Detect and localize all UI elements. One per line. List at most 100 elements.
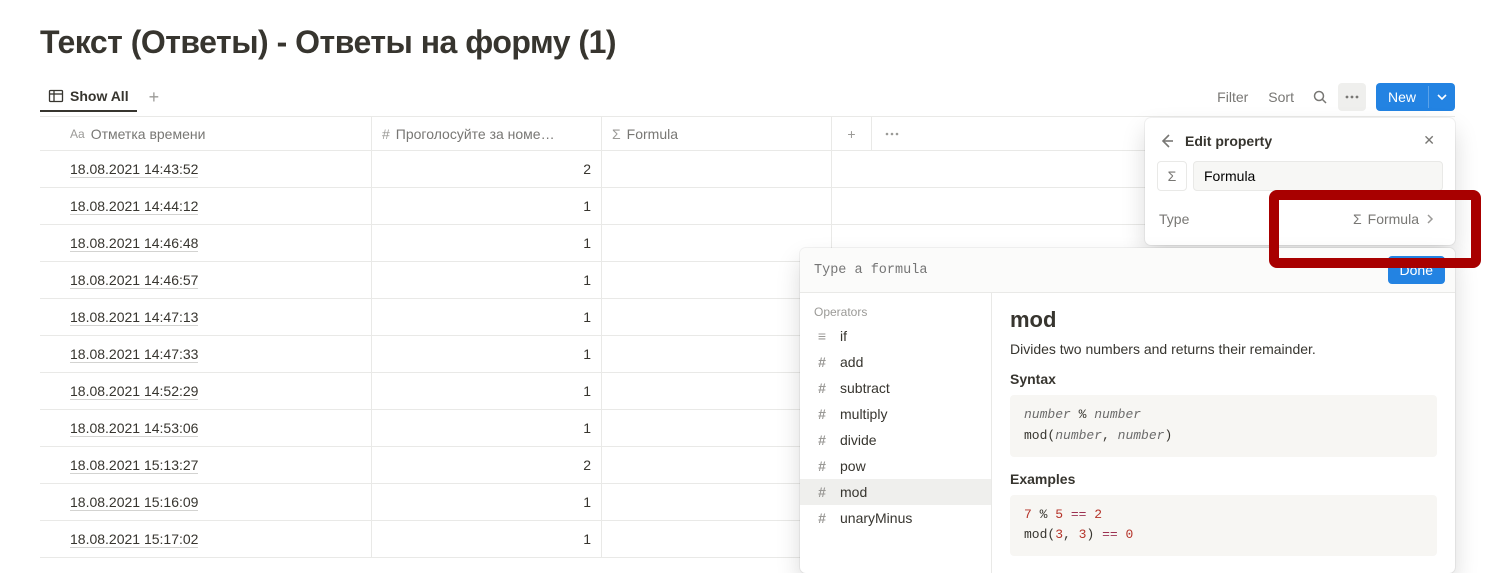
- cell-time[interactable]: 18.08.2021 14:46:48: [40, 225, 372, 261]
- cell-formula[interactable]: [602, 373, 832, 409]
- cell-vote[interactable]: 2: [372, 151, 602, 187]
- list-section-label: Operators: [800, 301, 991, 323]
- edit-property-panel: Edit property ✕ Σ Type Σ Formula: [1145, 118, 1455, 245]
- syntax-code: number % number mod(number, number): [1010, 395, 1437, 457]
- operator-icon: #: [814, 354, 830, 370]
- doc-name: mod: [1010, 307, 1437, 333]
- cell-vote[interactable]: 1: [372, 410, 602, 446]
- type-value: Formula: [1368, 211, 1419, 227]
- operator-icon: #: [814, 458, 830, 474]
- type-select[interactable]: Σ Formula: [1347, 207, 1441, 231]
- column-label: Проголосуйте за номе…: [396, 126, 555, 142]
- page-title: Текст (Ответы) - Ответы на форму (1): [40, 0, 1455, 77]
- add-column-button[interactable]: +: [832, 117, 872, 150]
- search-icon[interactable]: [1306, 83, 1334, 111]
- new-button-caret[interactable]: [1428, 86, 1455, 108]
- cell-time[interactable]: 18.08.2021 14:47:13: [40, 299, 372, 335]
- view-bar: Show All + Filter Sort New: [40, 77, 1455, 117]
- cell-time[interactable]: 18.08.2021 14:43:52: [40, 151, 372, 187]
- column-header-vote[interactable]: # Проголосуйте за номе…: [372, 117, 602, 150]
- operator-item-divide[interactable]: # divide: [800, 427, 991, 453]
- operator-icon: #: [814, 484, 830, 500]
- column-header-formula[interactable]: Σ Formula: [602, 117, 832, 150]
- sort-button[interactable]: Sort: [1260, 83, 1302, 111]
- formula-input[interactable]: [800, 251, 1378, 290]
- panel-title: Edit property: [1185, 133, 1407, 149]
- cell-formula[interactable]: [602, 225, 832, 261]
- title-property-icon: Aa: [70, 127, 85, 141]
- add-view-button[interactable]: +: [141, 84, 168, 110]
- cell-vote[interactable]: 1: [372, 336, 602, 372]
- new-button-label[interactable]: New: [1376, 83, 1428, 111]
- cell-time[interactable]: 18.08.2021 14:46:57: [40, 262, 372, 298]
- operator-label: add: [840, 354, 863, 370]
- column-header-time[interactable]: Aa Отметка времени: [40, 117, 372, 150]
- operator-label: multiply: [840, 406, 887, 422]
- property-type-icon[interactable]: Σ: [1157, 161, 1187, 191]
- operator-label: mod: [840, 484, 867, 500]
- operator-item-subtract[interactable]: #subtract: [800, 375, 991, 401]
- cell-formula[interactable]: [602, 299, 832, 335]
- cell-vote[interactable]: 1: [372, 188, 602, 224]
- operator-list[interactable]: Operators ≡if#add#subtract#multiply#divi…: [800, 293, 992, 573]
- cell-formula[interactable]: [602, 151, 832, 187]
- done-button[interactable]: Done: [1388, 256, 1445, 284]
- cell-formula[interactable]: [602, 521, 832, 557]
- close-icon[interactable]: ✕: [1417, 130, 1441, 151]
- cell-time[interactable]: 18.08.2021 14:47:33: [40, 336, 372, 372]
- cell-formula[interactable]: [602, 484, 832, 520]
- operator-label: pow: [840, 458, 866, 474]
- operator-icon: #: [814, 432, 830, 448]
- syntax-label: Syntax: [1010, 371, 1437, 387]
- operator-item-add[interactable]: # add: [800, 349, 991, 375]
- view-tab-label: Show All: [70, 88, 129, 104]
- formula-doc: mod Divides two numbers and returns thei…: [992, 293, 1455, 573]
- cell-vote[interactable]: 1: [372, 262, 602, 298]
- filter-button[interactable]: Filter: [1209, 83, 1256, 111]
- cell-time[interactable]: 18.08.2021 15:17:02: [40, 521, 372, 557]
- table-icon: [48, 88, 64, 104]
- cell-formula[interactable]: [602, 336, 832, 372]
- operator-icon: ≡: [814, 328, 830, 344]
- cell-time[interactable]: 18.08.2021 14:53:06: [40, 410, 372, 446]
- more-icon[interactable]: [1338, 83, 1366, 111]
- column-label: Formula: [627, 126, 678, 142]
- property-name-input[interactable]: [1193, 161, 1443, 191]
- cell-vote[interactable]: 1: [372, 373, 602, 409]
- cell-formula[interactable]: [602, 447, 832, 483]
- back-icon[interactable]: [1159, 133, 1175, 149]
- cell-vote[interactable]: 1: [372, 299, 602, 335]
- cell-vote[interactable]: 2: [372, 447, 602, 483]
- cell-time[interactable]: 18.08.2021 14:44:12: [40, 188, 372, 224]
- view-tab-showall[interactable]: Show All: [40, 82, 137, 112]
- operator-icon: #: [814, 380, 830, 396]
- operator-label: if: [840, 328, 847, 344]
- operator-label: unaryMinus: [840, 510, 912, 526]
- new-button[interactable]: New: [1376, 83, 1455, 111]
- number-property-icon: #: [382, 126, 390, 142]
- cell-time[interactable]: 18.08.2021 15:13:27: [40, 447, 372, 483]
- operator-icon: #: [814, 510, 830, 526]
- sigma-icon: Σ: [1353, 211, 1362, 227]
- cell-vote[interactable]: 1: [372, 225, 602, 261]
- cell-formula[interactable]: [602, 262, 832, 298]
- operator-item-if[interactable]: ≡ if: [800, 323, 991, 349]
- cell-formula[interactable]: [602, 188, 832, 224]
- cell-vote[interactable]: 1: [372, 521, 602, 557]
- operator-item-mod[interactable]: # mod: [800, 479, 991, 505]
- chevron-right-icon: [1425, 214, 1435, 224]
- examples-label: Examples: [1010, 471, 1437, 487]
- formula-popup: Done Operators ≡if#add#subtract#multiply…: [800, 248, 1455, 573]
- column-label: Отметка времени: [91, 126, 206, 142]
- cell-time[interactable]: 18.08.2021 15:16:09: [40, 484, 372, 520]
- cell-time[interactable]: 18.08.2021 14:52:29: [40, 373, 372, 409]
- cell-vote[interactable]: 1: [372, 484, 602, 520]
- operator-label: divide: [840, 432, 877, 448]
- formula-property-icon: Σ: [612, 126, 621, 142]
- cell-formula[interactable]: [602, 410, 832, 446]
- operator-icon: #: [814, 406, 830, 422]
- column-more-button[interactable]: [872, 117, 912, 150]
- operator-item-unaryMinus[interactable]: # unaryMinus: [800, 505, 991, 531]
- operator-item-pow[interactable]: # pow: [800, 453, 991, 479]
- operator-item-multiply[interactable]: # multiply: [800, 401, 991, 427]
